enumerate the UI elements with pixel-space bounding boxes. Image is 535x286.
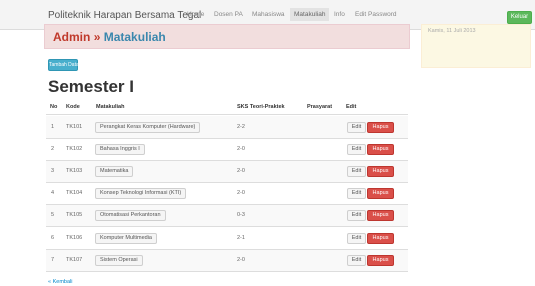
course-name-button[interactable]: Komputer Multimedia — [95, 233, 157, 244]
edit-button[interactable]: Edit — [347, 122, 366, 133]
date-panel: Kamis, 11 Juli 2013 — [421, 24, 531, 68]
edit-button[interactable]: Edit — [347, 255, 366, 266]
column-header-prasyarat: Prasyarat — [307, 104, 333, 110]
row-sks: 2-0 — [237, 257, 245, 263]
row-no: 2 — [51, 146, 55, 152]
row-sks: 2-0 — [237, 190, 245, 196]
nav-matakuliah[interactable]: Matakuliah — [290, 8, 330, 21]
nav-mahasiswa[interactable]: Mahasiswa — [252, 11, 285, 18]
course-name-button[interactable]: Otomatisasi Perkantoran — [95, 210, 166, 221]
row-sks: 2-0 — [237, 168, 245, 174]
row-kode: TK102 — [66, 146, 83, 152]
breadcrumb-page: Matakuliah — [103, 30, 166, 44]
column-header-kode: Kode — [66, 104, 80, 110]
delete-button[interactable]: Hapus — [367, 233, 394, 244]
row-sks: 2-0 — [237, 146, 245, 152]
breadcrumb-section: Admin — [53, 30, 91, 44]
course-name-button[interactable]: Konsep Teknologi Informasi (KTI) — [95, 188, 187, 199]
row-kode: TK107 — [66, 257, 83, 263]
delete-button[interactable]: Hapus — [367, 122, 394, 133]
course-name-button[interactable]: Matematika — [95, 166, 134, 177]
delete-button[interactable]: Hapus — [367, 255, 394, 266]
column-header-sks: SKS Teori-Praktek — [237, 104, 285, 110]
row-sks: 0-3 — [237, 212, 245, 218]
nav-edit-password[interactable]: Edit Password — [355, 11, 397, 18]
row-no: 1 — [51, 124, 55, 130]
delete-button[interactable]: Hapus — [367, 188, 394, 199]
nav-home[interactable]: Home — [187, 11, 204, 18]
row-no: 5 — [51, 212, 55, 218]
edit-button[interactable]: Edit — [347, 233, 366, 244]
delete-button[interactable]: Hapus — [367, 144, 394, 155]
row-kode: TK104 — [66, 190, 83, 196]
add-data-button[interactable]: Tambah Data — [48, 59, 79, 71]
table-header-divider — [46, 114, 408, 115]
row-no: 4 — [51, 190, 55, 196]
edit-button[interactable]: Edit — [347, 188, 366, 199]
current-date: Kamis, 11 Juli 2013 — [428, 28, 476, 34]
semester-title: Semester I — [48, 77, 134, 96]
page-title: Admin » Matakuliah — [53, 30, 166, 44]
course-name-button[interactable]: Bahasa Inggris I — [95, 144, 145, 155]
course-name-button[interactable]: Sistem Operasi — [95, 255, 143, 266]
nav-info[interactable]: Info — [334, 11, 345, 18]
logout-button[interactable]: Keluar — [507, 11, 532, 24]
column-header-no: No — [50, 104, 58, 110]
edit-button[interactable]: Edit — [347, 144, 366, 155]
row-kode: TK106 — [66, 235, 83, 241]
back-link[interactable]: « Kembali — [48, 279, 72, 285]
delete-button[interactable]: Hapus — [367, 166, 394, 177]
row-no: 7 — [51, 257, 55, 263]
row-kode: TK105 — [66, 212, 83, 218]
column-header-edit: Edit — [346, 104, 357, 110]
edit-button[interactable]: Edit — [347, 166, 366, 177]
row-no: 6 — [51, 235, 55, 241]
course-name-button[interactable]: Perangkat Keras Komputer (Hardware) — [95, 122, 201, 133]
row-sks: 2-1 — [237, 235, 245, 241]
page-header: Admin » Matakuliah — [44, 24, 410, 49]
column-header-matakuliah: Matakuliah — [96, 104, 125, 110]
edit-button[interactable]: Edit — [347, 210, 366, 221]
delete-button[interactable]: Hapus — [367, 210, 394, 221]
row-no: 3 — [51, 168, 55, 174]
brand-link[interactable]: Politeknik Harapan Bersama Tegal — [48, 10, 201, 21]
breadcrumb-separator: » — [93, 30, 101, 44]
row-kode: TK101 — [66, 124, 83, 130]
row-kode: TK103 — [66, 168, 83, 174]
row-divider — [46, 271, 408, 272]
row-sks: 2-2 — [237, 124, 245, 130]
nav-dosen-pa[interactable]: Dosen PA — [214, 11, 243, 18]
